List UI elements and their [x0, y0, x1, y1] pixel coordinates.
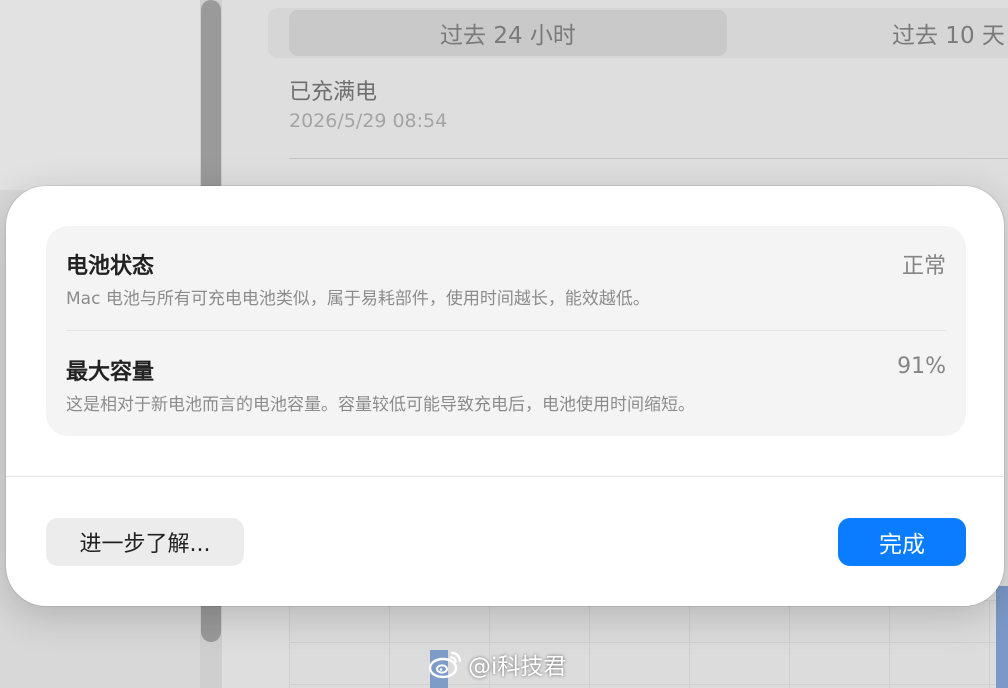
charge-status-title: 已充满电: [289, 80, 378, 105]
background-divider: [289, 158, 1008, 159]
battery-condition-title: 电池状态: [66, 254, 155, 279]
watermark-text: @i科技君: [468, 654, 567, 680]
maximum-capacity-title: 最大容量: [66, 360, 155, 385]
watermark: @i科技君: [428, 646, 566, 682]
weibo-icon: [428, 651, 462, 679]
battery-health-dialog: 电池状态 正常 Mac 电池与所有可充电电池类似，属于易耗部件，使用时间越长，能…: [6, 186, 1004, 606]
time-range-24h-segment: 过去 24 小时: [289, 10, 727, 56]
dialog-footer-separator: [6, 476, 1004, 477]
maximum-capacity-value: 91%: [897, 354, 946, 379]
battery-condition-value: 正常: [901, 254, 946, 279]
battery-info-group: 电池状态 正常 Mac 电池与所有可充电电池类似，属于易耗部件，使用时间越长，能…: [46, 226, 966, 436]
time-range-10d-segment: 过去 10 天: [892, 23, 1005, 49]
maximum-capacity-description: 这是相对于新电池而言的电池容量。容量较低可能导致充电后，电池使用时间缩短。: [66, 395, 695, 415]
charge-status-timestamp: 2026/5/29 08:54: [289, 110, 448, 132]
background-chart-edge: [996, 586, 1008, 688]
learn-more-button[interactable]: 进一步了解...: [46, 518, 244, 566]
battery-condition-description: Mac 电池与所有可充电电池类似，属于易耗部件，使用时间越长，能效越低。: [66, 289, 650, 309]
done-button[interactable]: 完成: [838, 518, 966, 566]
row-divider: [66, 330, 946, 331]
background-battery-chart: [289, 600, 1008, 688]
